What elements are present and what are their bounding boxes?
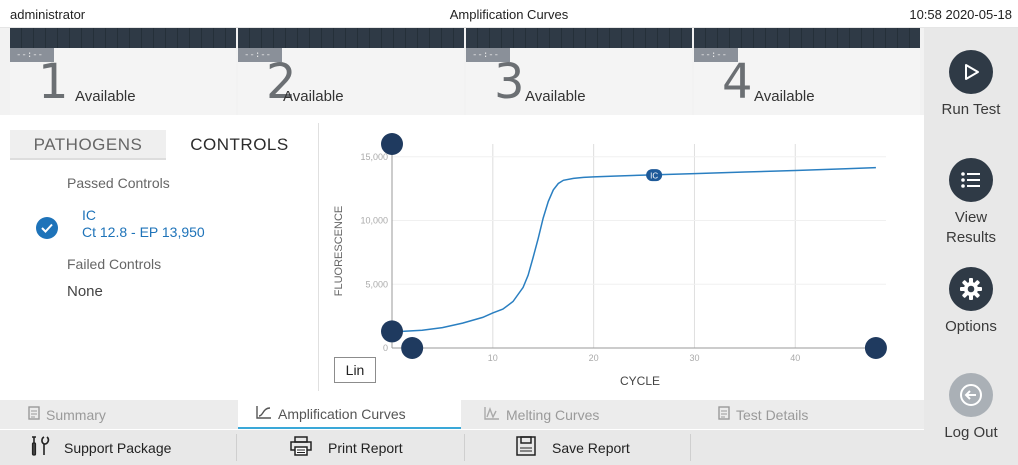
- panel-divider: [318, 123, 319, 391]
- view-results-button[interactable]: View Results: [924, 158, 1018, 248]
- tools-icon: [30, 435, 50, 460]
- play-icon: [949, 50, 993, 94]
- y-tick-label: 10,000: [360, 216, 388, 226]
- document-icon: [28, 406, 40, 423]
- x-tick-label: 10: [488, 353, 498, 363]
- failed-controls-heading: Failed Controls: [67, 256, 162, 272]
- view-results-label: View Results: [945, 209, 997, 246]
- chart-svg: 10 20 30 40 0 5,000 10,000 15,000 CYCLE FLUORESCE…: [333, 133, 887, 388]
- view-tabs: Summary Amplification Curves Melting Cur…: [0, 400, 924, 429]
- action-divider: [236, 434, 237, 461]
- save-report-button[interactable]: Save Report: [516, 430, 630, 465]
- log-out-button[interactable]: Log Out: [924, 373, 1018, 443]
- action-bar: Support Package Print Report Save Report: [0, 430, 924, 465]
- printer-icon: [290, 436, 312, 459]
- curve-icon: [256, 405, 272, 422]
- tab-summary-label: Summary: [46, 406, 106, 423]
- module-number: 3: [494, 54, 525, 110]
- module-progress-bar: [466, 28, 692, 48]
- tab-melting-label: Melting Curves: [506, 406, 600, 423]
- status-bar: administrator Amplification Curves 10:58…: [0, 0, 1018, 28]
- main-panel: PATHOGENS CONTROLS Passed Controls IC Ct…: [0, 115, 924, 400]
- module-3[interactable]: --:-- 3 Available: [466, 28, 692, 115]
- document-icon: [718, 406, 730, 423]
- result-type-tabs: PATHOGENS CONTROLS: [10, 130, 313, 160]
- x-tick-label: 40: [790, 353, 800, 363]
- action-divider: [690, 434, 691, 461]
- x-axis-title: CYCLE: [620, 374, 660, 388]
- run-test-label: Run Test: [941, 101, 1001, 118]
- x-tick-label: 20: [589, 353, 599, 363]
- y-tick-label: 5,000: [365, 279, 388, 289]
- print-report-label: Print Report: [328, 439, 403, 456]
- support-package-label: Support Package: [64, 439, 172, 456]
- clock: 10:58 2020-05-18: [909, 7, 1012, 22]
- screen-title: Amplification Curves: [449, 7, 569, 22]
- save-report-label: Save Report: [552, 439, 630, 456]
- gear-icon: [949, 267, 993, 311]
- module-1[interactable]: --:-- 1 Available: [10, 28, 236, 115]
- scale-toggle-button[interactable]: Lin: [334, 357, 376, 383]
- action-divider: [464, 434, 465, 461]
- range-handle[interactable]: [864, 337, 887, 359]
- options-label: Options: [945, 318, 997, 335]
- support-package-button[interactable]: Support Package: [30, 430, 171, 465]
- x-tick-label: 30: [689, 353, 699, 363]
- run-test-button[interactable]: Run Test: [924, 50, 1018, 120]
- module-status: Available: [283, 88, 344, 105]
- control-values[interactable]: Ct 12.8 - EP 13,950: [82, 224, 205, 240]
- tab-amplification-label: Amplification Curves: [278, 405, 406, 422]
- log-out-label: Log Out: [944, 424, 998, 441]
- tab-pathogens[interactable]: PATHOGENS: [10, 130, 166, 160]
- y-axis-title: FLUORESCENCE: [333, 206, 345, 296]
- tab-amplification-curves[interactable]: Amplification Curves: [238, 400, 461, 429]
- failed-controls-value: None: [67, 283, 103, 300]
- module-bar: --:-- 1 Available --:-- 2 Available --:-…: [0, 28, 924, 115]
- sidebar: Run Test View Results Options Log Out: [924, 28, 1018, 465]
- tab-melting-curves[interactable]: Melting Curves: [466, 400, 689, 429]
- module-number: 1: [38, 54, 69, 110]
- y-tick-label: 0: [383, 343, 388, 353]
- module-progress-bar: [10, 28, 236, 48]
- check-icon: [36, 217, 58, 239]
- range-handle[interactable]: [401, 337, 424, 359]
- module-status: Available: [754, 88, 815, 105]
- range-handle[interactable]: [381, 133, 403, 155]
- control-name[interactable]: IC: [82, 207, 96, 223]
- module-progress-bar: [238, 28, 464, 48]
- module-number: 4: [722, 54, 753, 110]
- tab-test-details-label: Test Details: [736, 406, 809, 423]
- tab-summary[interactable]: Summary: [10, 400, 233, 429]
- module-status: Available: [75, 88, 136, 105]
- tab-controls[interactable]: CONTROLS: [166, 130, 313, 160]
- save-icon: [516, 436, 536, 459]
- module-4[interactable]: --:-- 4 Available: [694, 28, 920, 115]
- list-icon: [949, 158, 993, 202]
- melt-curve-icon: [484, 406, 500, 423]
- passed-controls-heading: Passed Controls: [67, 175, 170, 191]
- module-2[interactable]: --:-- 2 Available: [238, 28, 464, 115]
- logout-icon: [949, 373, 993, 417]
- series-label-text: IC: [650, 172, 658, 181]
- y-tick-label: 15,000: [360, 152, 388, 162]
- module-progress-bar: [694, 28, 920, 48]
- series-line-ic: [402, 166, 876, 333]
- module-status: Available: [525, 88, 586, 105]
- options-button[interactable]: Options: [924, 267, 1018, 337]
- print-report-button[interactable]: Print Report: [290, 430, 403, 465]
- range-handle[interactable]: [381, 320, 403, 343]
- tab-test-details[interactable]: Test Details: [694, 400, 917, 429]
- amplification-chart: 10 20 30 40 0 5,000 10,000 15,000 CYCLE FLUORESCE…: [324, 115, 924, 400]
